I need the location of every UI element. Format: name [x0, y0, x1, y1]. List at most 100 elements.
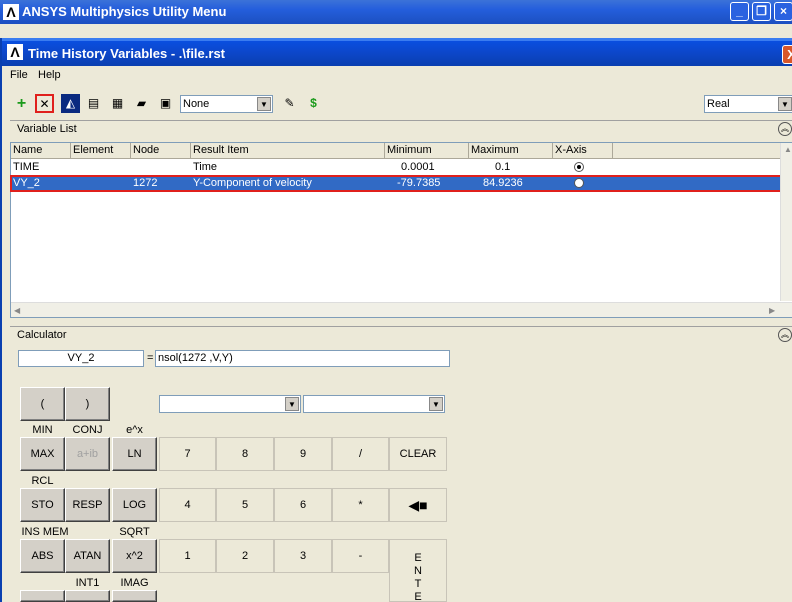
cell-minimum: 0.0001 — [401, 161, 435, 173]
toolbar: + ✕ ◭ ▤ ▦ ▰ ▣ None ▼ ✎ $ Real ▼ — [2, 90, 792, 118]
clear-button[interactable]: CLEAR — [389, 437, 447, 471]
digit-3-button[interactable]: 3 — [274, 539, 332, 573]
x-axis-radio[interactable] — [574, 178, 584, 188]
atan-button[interactable]: ATAN — [65, 539, 110, 573]
conj-label: CONJ — [72, 424, 103, 436]
abs-button[interactable]: ABS — [20, 539, 65, 573]
enter-label: E N T E — [414, 552, 422, 602]
col-x-axis[interactable]: X-Axis — [553, 143, 613, 159]
subtract-button[interactable]: - — [332, 539, 389, 573]
ln-button[interactable]: LN — [112, 437, 157, 471]
variable-list-header: Variable List ︽ — [10, 120, 792, 138]
cell-name: TIME — [13, 161, 40, 173]
calc-button-partial[interactable] — [65, 590, 110, 602]
mode-combo-value: Real — [707, 98, 730, 110]
collapse-icon[interactable]: ︽ — [778, 122, 792, 136]
int1-label: INT1 — [75, 577, 100, 589]
table-row[interactable]: TIME Time 0.0001 0.1 — [11, 160, 781, 175]
graph-data-icon[interactable]: ◭ — [61, 94, 80, 113]
close-icon[interactable]: × — [774, 2, 792, 21]
properties-icon[interactable]: ▦ — [108, 94, 127, 113]
chevron-down-icon[interactable]: ▼ — [429, 397, 443, 411]
cell-name: VY_2 — [13, 177, 40, 189]
list-data-icon[interactable]: ▤ — [84, 94, 103, 113]
log-button[interactable]: LOG — [112, 488, 157, 522]
overlay-data-icon[interactable]: $ — [304, 94, 323, 113]
chevron-down-icon[interactable]: ▼ — [778, 97, 792, 111]
variable-table: Name Element Node Result Item Minimum Ma… — [10, 142, 792, 318]
vertical-scrollbar[interactable]: ▲ — [780, 143, 792, 301]
lparen-button[interactable]: ( — [20, 387, 65, 421]
digit-1-button[interactable]: 1 — [159, 539, 216, 573]
resp-button[interactable]: RESP — [65, 488, 110, 522]
clear-icon[interactable]: ✎ — [280, 94, 299, 113]
digit-4-button[interactable]: 4 — [159, 488, 216, 522]
col-empty — [613, 143, 781, 159]
max-button[interactable]: MAX — [20, 437, 65, 471]
cell-maximum: 84.9236 — [483, 177, 523, 189]
rparen-button[interactable]: ) — [65, 387, 110, 421]
save-file-icon[interactable]: ▣ — [156, 94, 175, 113]
minimize-icon[interactable]: _ — [730, 2, 749, 21]
function-combo[interactable]: ▼ — [159, 395, 301, 413]
menubar: File Help — [2, 66, 792, 86]
menu-file[interactable]: File — [10, 69, 28, 81]
col-node[interactable]: Node — [131, 143, 191, 159]
background-window-title: ANSYS Multiphysics Utility Menu — [22, 4, 227, 19]
divide-button[interactable]: / — [332, 437, 389, 471]
backspace-icon[interactable]: ◀■ — [389, 488, 447, 522]
col-minimum[interactable]: Minimum — [385, 143, 469, 159]
window-title: Time History Variables - .\file.rst — [28, 46, 226, 61]
multiply-button[interactable]: * — [332, 488, 389, 522]
menu-help[interactable]: Help — [38, 69, 61, 81]
background-window-titlebar[interactable]: Λ ANSYS Multiphysics Utility Menu _ ❐ × — [0, 0, 792, 24]
background-window-menubar — [0, 24, 792, 38]
close-icon[interactable]: X — [782, 45, 792, 64]
calc-button-partial[interactable] — [20, 590, 65, 602]
calculator-label: Calculator — [17, 329, 67, 341]
digit-6-button[interactable]: 6 — [274, 488, 332, 522]
digit-7-button[interactable]: 7 — [159, 437, 216, 471]
variable-combo[interactable]: ▼ — [303, 395, 445, 413]
min-label: MIN — [32, 424, 53, 436]
scroll-right-icon[interactable]: ▶ — [769, 306, 775, 315]
x-squared-button[interactable]: x^2 — [112, 539, 157, 573]
window-titlebar[interactable]: Λ Time History Variables - .\file.rst X — [2, 38, 792, 66]
rcl-label: RCL — [31, 475, 54, 487]
horizontal-scrollbar[interactable]: ◀ ▶ — [11, 302, 792, 317]
enter-button[interactable]: E N T E — [389, 539, 447, 602]
sto-button[interactable]: STO — [20, 488, 65, 522]
col-maximum[interactable]: Maximum — [469, 143, 553, 159]
ansys-logo: Λ — [3, 4, 19, 20]
delete-data-icon[interactable]: ✕ — [35, 94, 54, 113]
mode-combo[interactable]: Real ▼ — [704, 95, 792, 113]
col-result-item[interactable]: Result Item — [191, 143, 385, 159]
digit-2-button[interactable]: 2 — [216, 539, 274, 573]
overlay-combo-value: None — [183, 98, 210, 110]
restore-icon[interactable]: ❐ — [752, 2, 771, 21]
variable-name-field[interactable]: VY_2 — [18, 350, 144, 367]
digit-8-button[interactable]: 8 — [216, 437, 274, 471]
ex-label: e^x — [126, 424, 143, 436]
x-axis-radio[interactable] — [574, 162, 584, 172]
cell-maximum: 0.1 — [495, 161, 511, 173]
chevron-down-icon[interactable]: ▼ — [285, 397, 299, 411]
scroll-left-icon[interactable]: ◀ — [14, 306, 20, 315]
digit-9-button[interactable]: 9 — [274, 437, 332, 471]
calc-button-partial[interactable] — [112, 590, 157, 602]
col-name[interactable]: Name — [11, 143, 71, 159]
variable-list-label: Variable List — [17, 123, 77, 135]
col-element[interactable]: Element — [71, 143, 131, 159]
digit-5-button[interactable]: 5 — [216, 488, 274, 522]
table-row[interactable]: VY_2 1272 Y-Component of velocity -79.73… — [10, 175, 782, 192]
sqrt-label: SQRT — [119, 526, 150, 538]
scroll-up-icon[interactable]: ▲ — [784, 145, 792, 154]
collapse-icon[interactable]: ︽ — [778, 328, 792, 342]
chevron-down-icon[interactable]: ▼ — [257, 97, 271, 111]
add-data-icon[interactable]: + — [12, 94, 31, 113]
expression-field[interactable]: nsol(1272 ,V,Y) — [155, 350, 450, 367]
aib-button[interactable]: a+ib — [65, 437, 110, 471]
cell-minimum: -79.7385 — [397, 177, 441, 189]
open-file-icon[interactable]: ▰ — [132, 94, 151, 113]
overlay-combo[interactable]: None ▼ — [180, 95, 273, 113]
